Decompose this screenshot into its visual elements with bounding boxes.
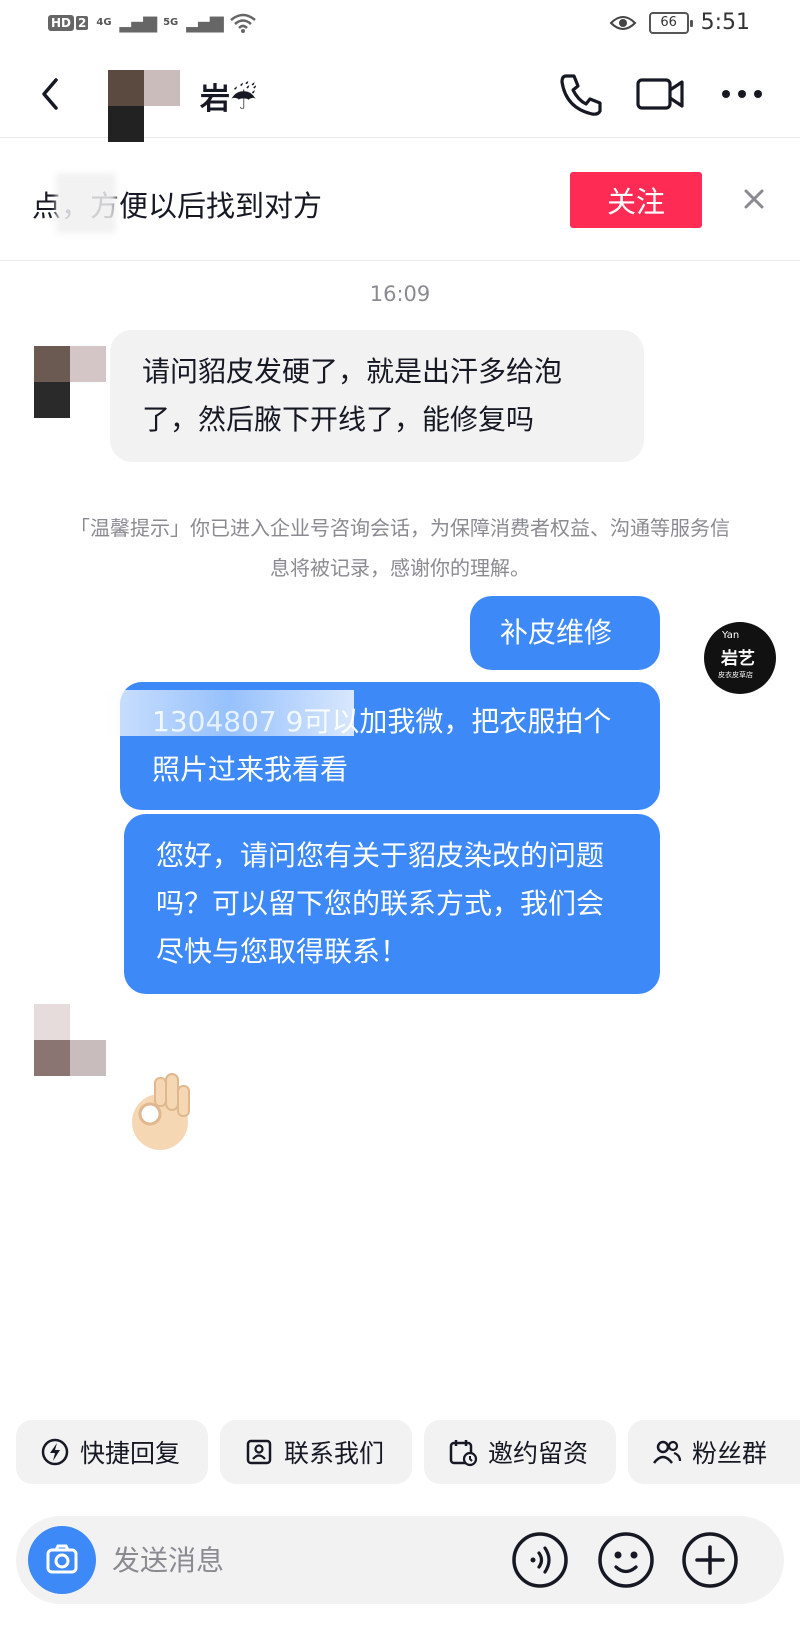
signal-icon: ▂▄▆ — [119, 12, 158, 33]
calendar-icon — [449, 1440, 478, 1467]
message-bubble-incoming[interactable]: 请问貂皮发硬了，就是出汗多给泡了，然后腋下开线了，能修复吗 — [110, 330, 644, 462]
voice-icon[interactable] — [510, 1530, 570, 1590]
quick-reply-bar: 快捷回复 联系我们 邀约留资 粉丝群 — [0, 1420, 800, 1488]
shop-avatar-top-text: Yan — [722, 630, 740, 641]
blurred-region — [104, 690, 354, 736]
blurred-region — [56, 173, 116, 233]
camera-icon — [46, 1544, 78, 1574]
status-bar: HD 2 4G ▂▄▆ 5G ▂▄▆ 66 5:51 — [0, 0, 800, 50]
group-icon — [653, 1440, 682, 1464]
hd-badge: HD — [48, 14, 75, 31]
battery-icon: 66 — [648, 11, 693, 34]
back-arrow-icon[interactable] — [32, 70, 72, 118]
contact-us-button[interactable]: 联系我们 — [220, 1420, 412, 1484]
eye-comfort-icon — [609, 15, 637, 30]
network-indicators: HD 2 4G ▂▄▆ 5G ▂▄▆ — [48, 12, 256, 33]
quick-reply-label: 快捷回复 — [80, 1439, 181, 1468]
shop-avatar-subtext: 皮衣皮草店 — [718, 671, 753, 679]
emoji-icon[interactable] — [596, 1530, 656, 1590]
signal-icon-2: ▂▄▆ — [186, 12, 224, 33]
chat-timestamp: 16:09 — [369, 282, 431, 306]
contact-name[interactable]: 岩☔ — [200, 74, 257, 118]
lightning-icon — [41, 1438, 69, 1466]
battery-level: 66 — [660, 14, 677, 30]
status-right: 66 5:51 — [609, 10, 750, 35]
close-icon[interactable] — [734, 179, 774, 219]
video-camera-icon[interactable] — [634, 70, 686, 118]
system-notice: 「温馨提示」你已进入企业号咨询会话，为保障消费者权益、沟通等服务信息将被记录，感… — [70, 516, 730, 580]
more-icon[interactable] — [716, 70, 768, 118]
message-input[interactable] — [112, 1530, 512, 1590]
plus-icon[interactable] — [680, 1530, 740, 1590]
follow-button[interactable]: 关注 — [570, 172, 702, 228]
chat-header: 岩☔ — [0, 50, 800, 142]
contact-avatar[interactable] — [108, 70, 180, 142]
contact-card-icon — [246, 1439, 272, 1465]
contact-us-label: 联系我们 — [284, 1439, 385, 1468]
invite-leads-button[interactable]: 邀约留资 — [424, 1420, 616, 1484]
fan-group-button[interactable]: 粉丝群 — [628, 1420, 800, 1484]
network-5g-label: 5G — [163, 17, 179, 28]
message-input-bar — [16, 1516, 784, 1604]
fan-group-label: 粉丝群 — [692, 1439, 768, 1468]
follow-prompt-bar: 点，方便以后找到对方 关注 — [0, 139, 800, 261]
contact-avatar-small[interactable] — [34, 1004, 106, 1076]
wifi-icon — [229, 13, 256, 33]
camera-button[interactable] — [28, 1526, 96, 1594]
sim-slot-label: 2 — [76, 15, 89, 30]
contact-avatar-small[interactable] — [34, 346, 106, 418]
shop-avatar-text: 岩艺 — [721, 649, 755, 669]
phone-icon[interactable] — [554, 70, 606, 118]
clock: 5:51 — [700, 10, 750, 35]
message-bubble-outgoing[interactable]: 您好，请问您有关于貂皮染改的问题吗？可以留下您的联系方式，我们会尽快与您取得联系… — [124, 814, 660, 994]
ok-hand-emoji-icon[interactable] — [120, 1064, 200, 1154]
message-bubble-outgoing[interactable]: 补皮维修 — [470, 596, 660, 670]
shop-avatar[interactable]: Yan 岩艺 皮衣皮草店 — [704, 622, 776, 694]
quick-reply-button[interactable]: 快捷回复 — [16, 1420, 208, 1484]
network-4g-label: 4G — [96, 17, 112, 28]
invite-leads-label: 邀约留资 — [488, 1439, 589, 1468]
